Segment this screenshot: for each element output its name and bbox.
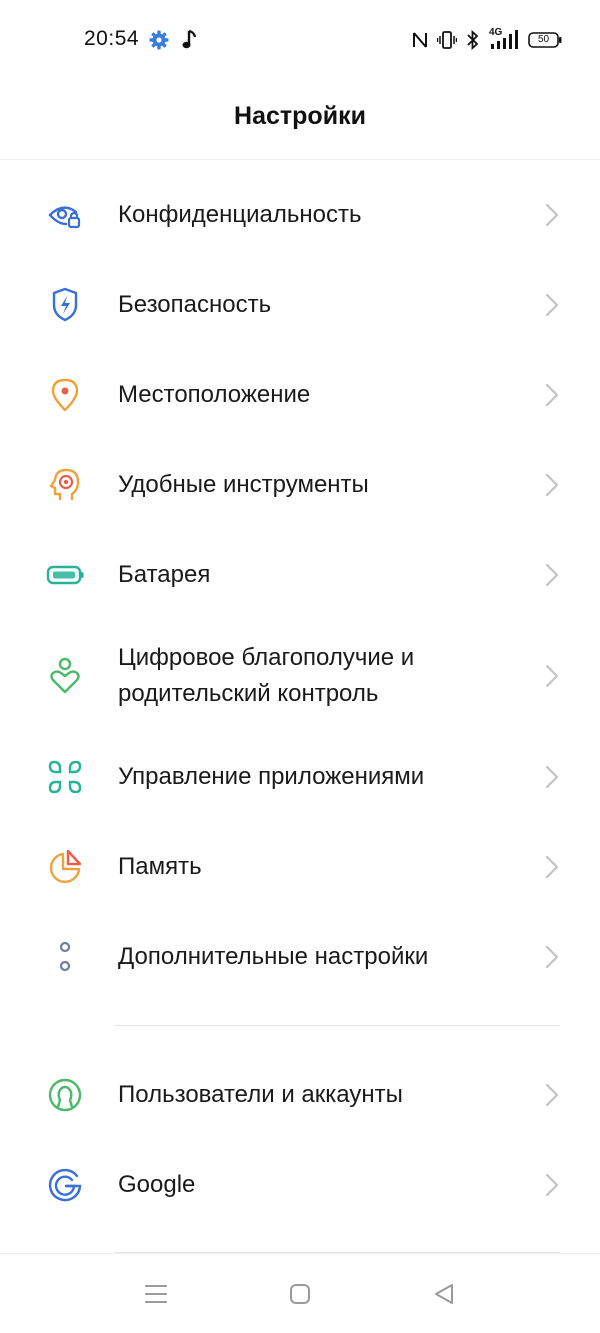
settings-item-label: Батарея — [118, 561, 211, 588]
settings-item-label: Конфиденциальность — [118, 201, 362, 228]
settings-item-privacy[interactable]: Конфиденциальность — [0, 170, 600, 260]
person-heart-icon — [46, 657, 84, 695]
head-target-icon — [46, 466, 84, 504]
chevron-right-icon — [544, 763, 560, 791]
chevron-right-icon — [544, 291, 560, 319]
settings-item-label: Управление приложениями — [118, 763, 425, 790]
settings-item-label: Безопасность — [118, 291, 272, 318]
chevron-right-icon — [544, 1081, 560, 1109]
settings-item-app-management[interactable]: Управление приложениями — [0, 732, 600, 822]
signal-4g-icon: 4G — [489, 27, 519, 51]
gear-icon — [148, 28, 170, 52]
battery-icon: 50 — [528, 31, 562, 49]
settings-item-storage[interactable]: Память — [0, 822, 600, 912]
settings-item-google[interactable]: Google — [0, 1140, 600, 1230]
settings-item-additional-settings[interactable]: Дополнительные настройки — [0, 912, 600, 1002]
vibrate-icon — [437, 30, 457, 50]
settings-item-label: Google — [118, 1171, 196, 1198]
settings-item-security[interactable]: Безопасность — [0, 260, 600, 350]
page-title: Настройки — [234, 102, 366, 130]
chevron-right-icon — [544, 853, 560, 881]
user-circle-icon — [46, 1076, 84, 1114]
header: Настройки — [0, 80, 600, 160]
nfc-icon — [412, 30, 428, 50]
chevron-right-icon — [544, 471, 560, 499]
status-bar: 20:54 4G 50 — [0, 0, 600, 80]
battery-icon — [46, 556, 84, 594]
settings-item-label: Дополнительные настройки — [118, 943, 429, 970]
storage-pie-icon — [46, 848, 84, 886]
bluetooth-icon — [466, 30, 480, 50]
privacy-eye-icon — [46, 196, 84, 234]
chevron-right-icon — [544, 662, 560, 690]
settings-item-label: Цифровое благополучие и родительский кон… — [118, 644, 415, 707]
section-divider — [114, 1025, 560, 1026]
status-time: 20:54 — [84, 27, 140, 50]
settings-item-label: Память — [118, 853, 202, 880]
chevron-right-icon — [544, 201, 560, 229]
more-dots-icon — [46, 938, 84, 976]
chevron-right-icon — [544, 1171, 560, 1199]
location-pin-icon — [46, 376, 84, 414]
settings-item-users-accounts[interactable]: Пользователи и аккаунты — [0, 1050, 600, 1140]
shield-bolt-icon — [46, 286, 84, 324]
google-g-icon — [46, 1166, 84, 1204]
settings-item-label: Пользователи и аккаунты — [118, 1081, 403, 1108]
status-icons: 4G 50 — [412, 27, 562, 52]
chevron-right-icon — [544, 561, 560, 589]
home-icon[interactable] — [282, 1276, 318, 1312]
back-icon[interactable] — [426, 1276, 462, 1312]
settings-item-location[interactable]: Местоположение — [0, 350, 600, 440]
settings-item-convenience-tools[interactable]: Удобные инструменты — [0, 440, 600, 530]
apps-grid-icon — [46, 758, 84, 796]
music-note-icon — [180, 28, 202, 52]
menu-icon[interactable] — [138, 1276, 174, 1312]
chevron-right-icon — [544, 943, 560, 971]
navigation-bar — [0, 1253, 600, 1333]
battery-level: 50 — [537, 34, 550, 45]
chevron-right-icon — [544, 381, 560, 409]
settings-item-battery[interactable]: Батарея — [0, 530, 600, 620]
settings-item-label: Удобные инструменты — [118, 471, 369, 498]
settings-item-digital-wellbeing[interactable]: Цифровое благополучие и родительский кон… — [0, 620, 600, 732]
settings-item-label: Местоположение — [118, 381, 311, 408]
